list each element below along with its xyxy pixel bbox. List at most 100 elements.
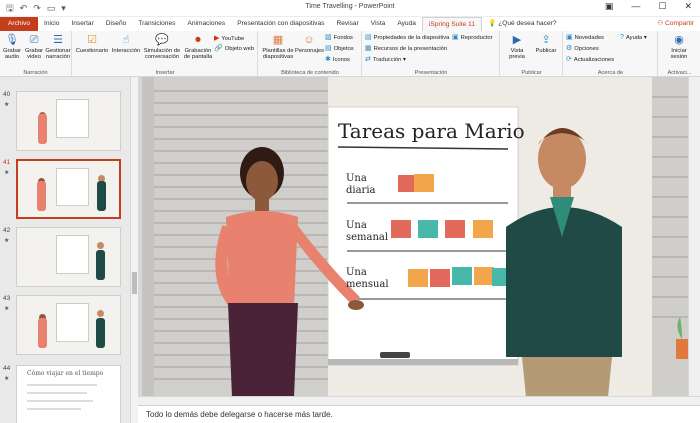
slide-thumbnail[interactable]: [16, 227, 121, 287]
restore-icon[interactable]: ☐: [658, 1, 666, 12]
slide-properties-button[interactable]: ▤ Propiedades de la diapositiva: [365, 33, 449, 43]
group-insertar: ☑ Cuestionario ☝ Interacción 💬 Simulación d…: [73, 31, 258, 77]
thumbnail-character-body: [96, 318, 105, 348]
group-label-presentacion: Presentación: [414, 70, 448, 76]
animation-star-icon: ★: [4, 238, 10, 244]
share-button[interactable]: ⚇ Compartir: [657, 17, 694, 31]
group-label-activacion: Activaci...: [667, 70, 692, 76]
animation-star-icon: ★: [4, 102, 10, 108]
conversation-sim-button[interactable]: 💬 Simulación de conversación: [142, 33, 182, 60]
templates-button[interactable]: ▦ Plantillas de diapositivas: [261, 33, 295, 60]
current-slide[interactable]: Tareas para Mario Una diaria Una semanal…: [142, 77, 688, 397]
slide-thumbnail[interactable]: [16, 91, 121, 151]
slide-number: 44: [3, 365, 11, 372]
objects-icon: ▤: [325, 45, 332, 52]
record-audio-button[interactable]: 🎙 Grabar audio: [0, 33, 24, 60]
objects-button[interactable]: ▤ Objetos: [325, 44, 354, 54]
news-button[interactable]: ▣ Novedades: [566, 33, 604, 43]
row-label-daily: Una diaria: [346, 173, 376, 196]
updates-icon: ⟳: [566, 56, 572, 63]
slide-thumbnails-panel: 40 ★ 41 ★ 42 ★ 43 ★ 44 ★ Cómo viajar en …: [0, 77, 138, 423]
person-icon: ⚇: [657, 20, 666, 27]
tab-inicio[interactable]: Inicio: [38, 17, 65, 31]
chevron-down-icon: ▾: [642, 35, 647, 41]
group-publicar: ▶ Vista previa ⇪ Publicar Publicar: [501, 31, 563, 77]
tell-me-search[interactable]: 💡 ¿Qué desea hacer?: [482, 17, 563, 31]
dialog-icon: 💬: [155, 34, 169, 46]
tab-revisar[interactable]: Revisar: [330, 17, 364, 31]
interaction-icon: ☝: [122, 34, 130, 46]
minimize-icon[interactable]: —: [631, 1, 640, 12]
templates-label: Plantillas de diapositivas: [262, 48, 294, 61]
quiz-icon: ☑: [87, 34, 97, 46]
sign-in-button[interactable]: ◉ Iniciar sesión: [665, 33, 693, 60]
chevron-down-icon: ▾: [401, 57, 406, 63]
close-icon[interactable]: ✕: [684, 1, 692, 12]
record-video-label: Grabar video: [24, 48, 44, 61]
icons-button[interactable]: ✱ Iconos: [325, 55, 350, 65]
thumbnail-character: [97, 310, 104, 317]
thumbnail-line: [27, 408, 81, 410]
tab-ayuda[interactable]: Ayuda: [391, 17, 422, 31]
record-video-button[interactable]: ⎚ Grabar video: [22, 33, 46, 60]
thumbnail-line: [27, 392, 87, 394]
tab-diseno[interactable]: Diseño: [100, 17, 133, 31]
window-controls: ▣ — ☐ ✕: [605, 1, 692, 12]
slide-thumbnail[interactable]: [16, 295, 121, 355]
tab-archivo[interactable]: Archivo: [0, 17, 38, 31]
slide-thumbnail[interactable]: Cómo viajar en el tiempo: [16, 365, 121, 423]
objects-label: Objetos: [333, 46, 354, 52]
publish-label: Publicar: [535, 48, 557, 54]
news-label: Novedades: [574, 35, 604, 41]
characters-button[interactable]: ☺ Personajes: [295, 33, 324, 54]
screen-record-button[interactable]: ⏺ Grabación de pantalla: [182, 33, 214, 60]
tab-insertar[interactable]: Insertar: [65, 17, 99, 31]
translation-label: Traducción: [372, 57, 402, 63]
preview-button[interactable]: ▶ Vista previa: [504, 33, 530, 60]
options-button[interactable]: ⚙ Opciones: [566, 44, 599, 54]
slide-number: 42: [3, 227, 11, 234]
quiz-button[interactable]: ☑ Cuestionario: [75, 33, 109, 54]
tab-ispring[interactable]: iSpring Suite 11: [421, 17, 482, 31]
tab-vista[interactable]: Vista: [365, 17, 392, 31]
scrollbar-thumb[interactable]: [132, 272, 137, 294]
icons-icon: ✱: [325, 56, 331, 63]
web-object-label: Objeto web: [224, 46, 255, 52]
thumbnail-scrollbar[interactable]: [130, 77, 138, 423]
thumbnail-character-body: [38, 114, 47, 144]
player-button[interactable]: ▣ Reproductor: [452, 33, 493, 43]
tell-me-label: ¿Qué desea hacer?: [498, 20, 557, 27]
conversation-sim-label: Simulación de conversación: [143, 48, 181, 61]
row-label-monthly: Una mensual: [346, 267, 389, 290]
speaker-notes[interactable]: Todo lo demás debe delegarse o hacerse m…: [138, 405, 700, 423]
translation-button[interactable]: ⇄ Traducción ▾: [365, 55, 406, 65]
backgrounds-button[interactable]: ▨ Fondos: [325, 33, 353, 43]
thumbnail-line: [27, 384, 97, 386]
publish-icon: ⇪: [541, 34, 551, 46]
manage-narration-button[interactable]: ☰ Gestionar narración: [44, 33, 72, 60]
sign-in-label: Iniciar sesión: [670, 48, 688, 61]
ribbon: 🎙 Grabar audio ⎚ Grabar video ☰ Gestionar n…: [0, 31, 700, 77]
ribbon-display-icon[interactable]: ▣: [605, 1, 614, 12]
canvas-horizontal-scrollbar[interactable]: [138, 396, 700, 405]
resources-button[interactable]: ▦ Recursos de la presentación: [365, 44, 447, 54]
thumbnail-character-body: [38, 318, 47, 348]
microphone-icon: 🎙: [5, 34, 19, 46]
tab-presentacion[interactable]: Presentación con diapositivas: [231, 17, 330, 31]
group-acerca: ▣ Novedades ⚙ Opciones ⟳ Actualizaciones ? A…: [564, 31, 658, 77]
publish-button[interactable]: ⇪ Publicar: [532, 33, 560, 54]
options-label: Opciones: [574, 46, 599, 52]
slide-properties-label: Propiedades de la diapositiva: [373, 35, 450, 41]
tab-transiciones[interactable]: Transiciones: [132, 17, 181, 31]
share-label: Compartir: [665, 20, 694, 27]
interaction-button[interactable]: ☝ Interacción: [110, 33, 142, 54]
screen-record-icon: ⏺: [195, 34, 201, 46]
slide-thumbnail-selected[interactable]: [16, 159, 121, 219]
canvas-vertical-scrollbar[interactable]: [688, 77, 700, 407]
updates-button[interactable]: ⟳ Actualizaciones: [566, 55, 614, 65]
youtube-button[interactable]: ▶ YouTube: [214, 34, 244, 44]
help-button[interactable]: ? Ayuda ▾: [620, 33, 647, 43]
web-object-button[interactable]: 🔗 Objeto web: [214, 44, 254, 54]
whiteboard-title: Tareas para Mario: [338, 119, 525, 143]
tab-animaciones[interactable]: Animaciones: [181, 17, 231, 31]
